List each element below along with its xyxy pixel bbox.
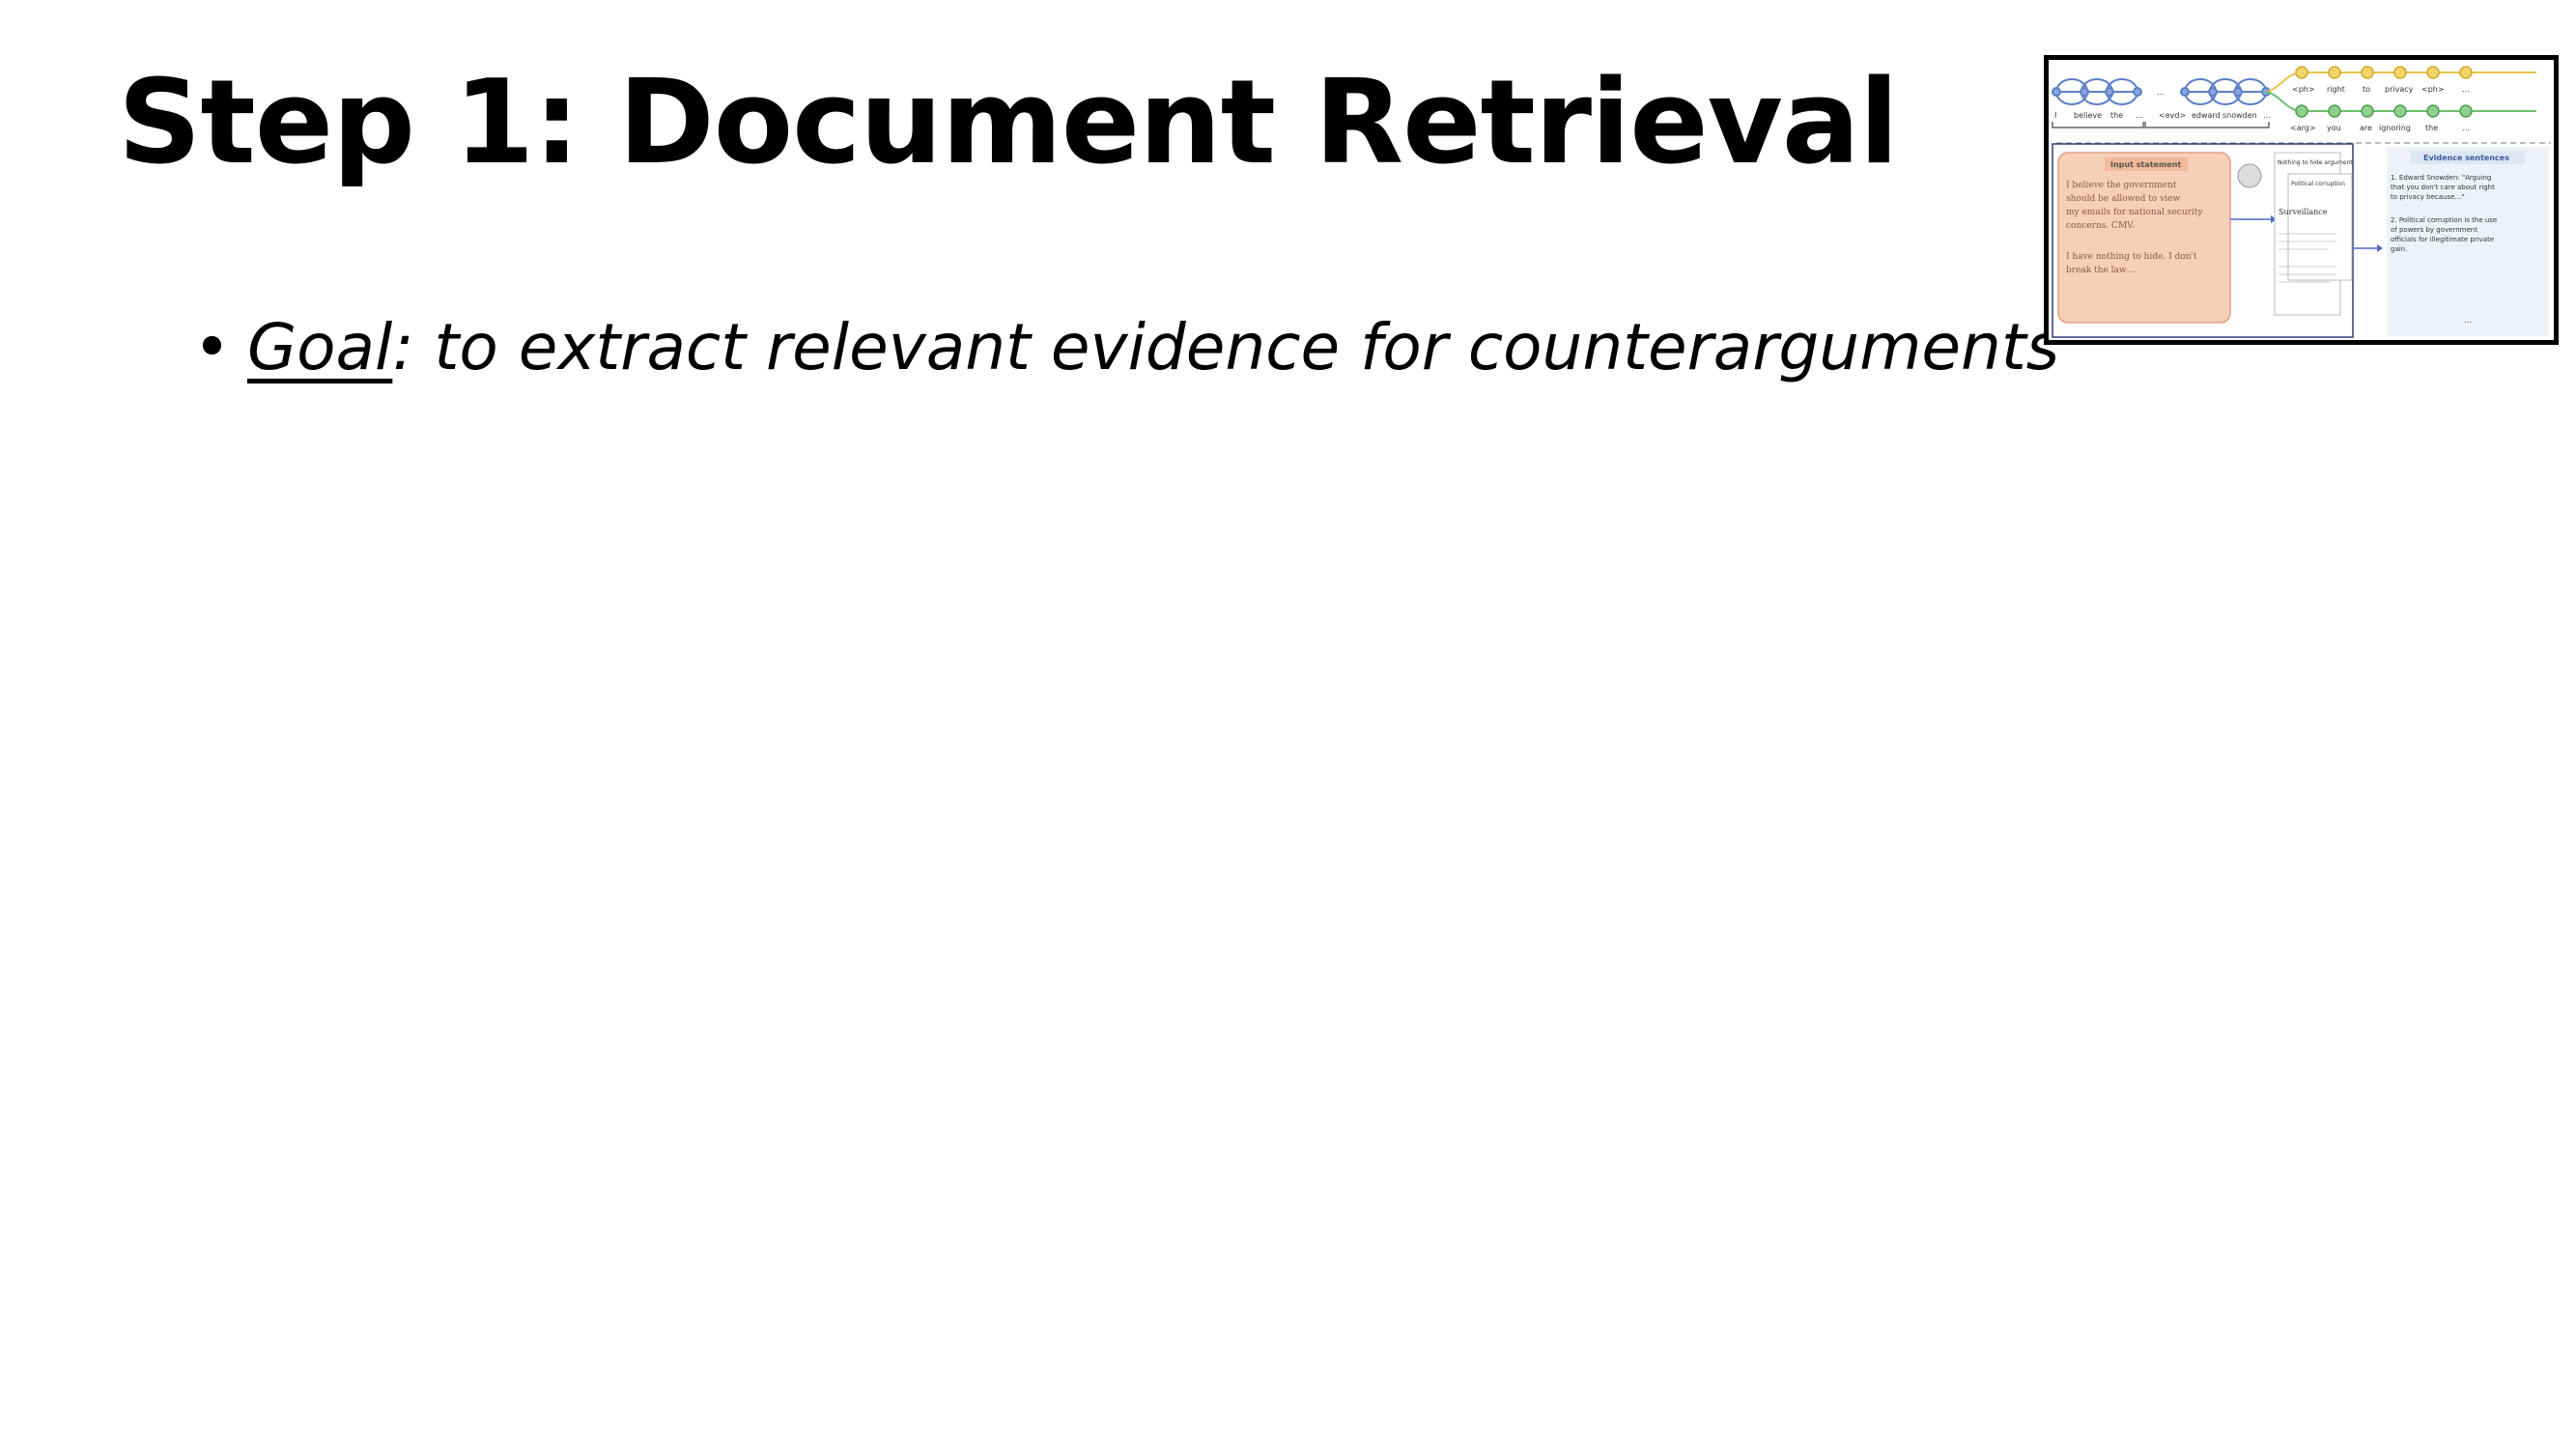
- svg-text:the: the: [2110, 111, 2123, 120]
- svg-text:…: …: [2263, 111, 2271, 120]
- svg-text:privacy: privacy: [2385, 85, 2414, 94]
- evidence-line: to privacy because…": [2391, 193, 2465, 201]
- encoder-brackets: [2052, 122, 2270, 128]
- svg-text:edward: edward: [2192, 111, 2221, 120]
- input-line: my emails for national security: [2066, 208, 2203, 217]
- svg-text:…: …: [2136, 111, 2143, 120]
- wikipedia-icon: [2237, 163, 2262, 188]
- svg-text:<ph>: <ph>: [2421, 85, 2445, 94]
- encoder-ellipsis: …: [2157, 88, 2165, 97]
- evidence-more: …: [2464, 316, 2472, 325]
- input-line: break the law…: [2066, 266, 2136, 275]
- evidence-line: officials for illegitimate private: [2391, 236, 2494, 243]
- wiki-card-2: [2287, 173, 2353, 281]
- evidence-line: 2. Political corruption is the use: [2391, 216, 2497, 224]
- evidence-line: gain.: [2391, 245, 2407, 253]
- bullet-goal: • Goal: to extract relevant evidence for…: [193, 307, 2059, 388]
- input-line: concerns. CMV.: [2066, 221, 2135, 231]
- svg-text:ignoring: ignoring: [2379, 124, 2411, 132]
- input-line: should be allowed to view: [2066, 194, 2180, 204]
- input-statement-box: [2057, 152, 2231, 324]
- wiki-card-1-title: Nothing to hide argument: [2278, 159, 2353, 166]
- svg-text:<arg>: <arg>: [2290, 124, 2316, 132]
- svg-text:I: I: [2054, 111, 2056, 120]
- svg-text:…: …: [2462, 124, 2470, 132]
- evidence-line: that you don't care about right: [2391, 184, 2495, 191]
- svg-text:to: to: [2363, 85, 2370, 94]
- svg-text:the: the: [2425, 124, 2438, 132]
- svg-text:…: …: [2462, 85, 2470, 94]
- svg-text:right: right: [2327, 85, 2345, 94]
- evidence-arrow-head: [2377, 244, 2383, 252]
- bullet-dot-icon: •: [193, 310, 231, 384]
- svg-text:snowden: snowden: [2222, 111, 2257, 120]
- evidence-line: 1. Edward Snowden: "Arguing: [2391, 174, 2491, 182]
- svg-text:believe: believe: [2074, 111, 2102, 120]
- svg-text:<ph>: <ph>: [2292, 85, 2315, 94]
- slide-title: Step 1: Document Retrieval: [118, 56, 1899, 190]
- goal-term: Goal: [247, 310, 393, 384]
- pipeline-thumbnail: … <ph> right to privacy <ph> … <arg> you: [2044, 55, 2559, 345]
- input-statement-label: Input statement: [2110, 160, 2181, 169]
- evidence-label: Evidence sentences: [2423, 154, 2509, 162]
- svg-text:you: you: [2327, 124, 2341, 132]
- pipeline-diagram: … <ph> right to privacy <ph> … <arg> you: [2052, 66, 2551, 338]
- decoder-top-labels: <ph> right to privacy <ph> …: [2292, 85, 2470, 94]
- goal-text: : to extract relevant evidence for count…: [392, 310, 2060, 384]
- wiki-card-2-title: Political corruption: [2291, 181, 2345, 187]
- bullet-list: • Goal: to extract relevant evidence for…: [193, 307, 2059, 388]
- decoder-bottom-labels: <arg> you are ignoring the …: [2290, 124, 2470, 132]
- svg-text:<evd>: <evd>: [2159, 111, 2186, 120]
- svg-text:are: are: [2360, 124, 2372, 132]
- encoder-token-labels: I believe the … <evd> edward snowden …: [2054, 111, 2271, 120]
- input-line: I have nothing to hide. I don't: [2066, 252, 2197, 262]
- evidence-line: of powers by government: [2391, 226, 2477, 234]
- wiki-card-3-title: Surveillance: [2279, 208, 2328, 216]
- input-line: I believe the government: [2066, 181, 2177, 190]
